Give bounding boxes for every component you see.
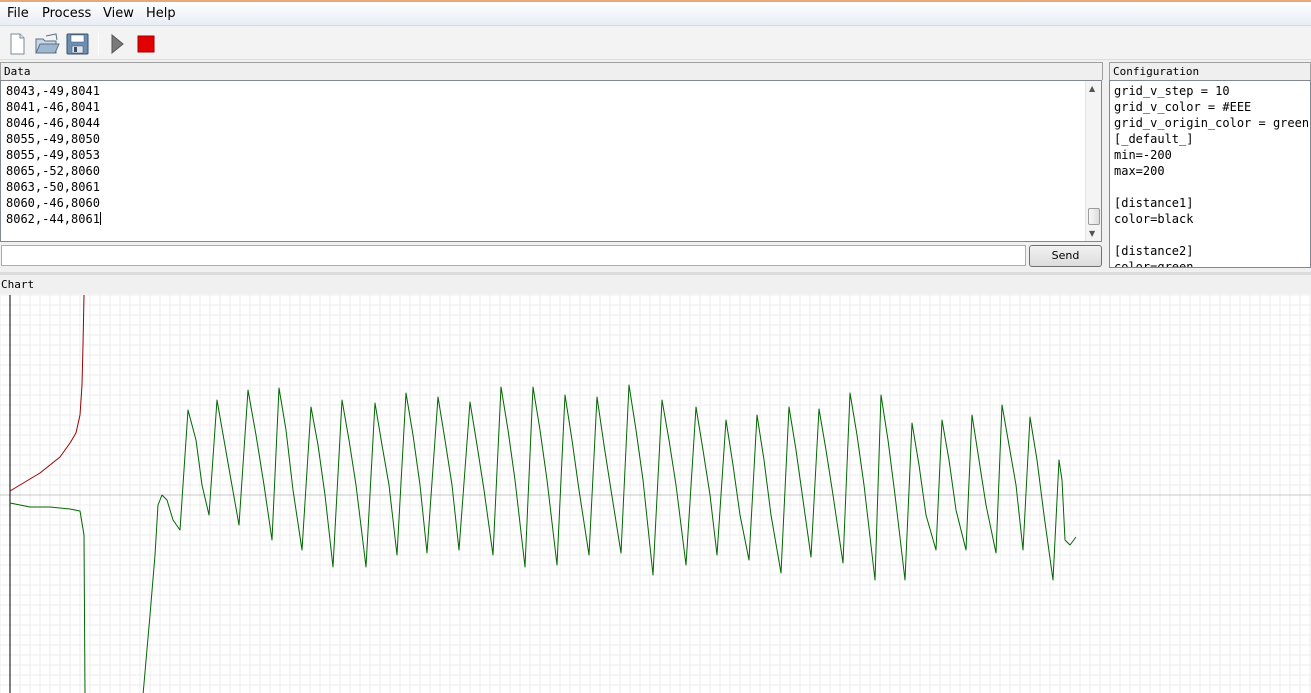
data-line: 8043,-49,8041 xyxy=(6,84,100,98)
data-panel-title: Data xyxy=(0,62,1103,80)
menu-file[interactable]: File xyxy=(7,6,29,21)
config-line xyxy=(1114,179,1309,195)
stop-button[interactable] xyxy=(134,31,160,57)
toolbar-separator xyxy=(98,33,99,55)
config-line: max=200 xyxy=(1114,164,1165,178)
data-line: 8046,-46,8044 xyxy=(6,116,100,130)
toolbar xyxy=(0,27,1311,60)
splitter[interactable] xyxy=(0,272,1311,275)
data-line: 8062,-44,8061 xyxy=(6,212,101,226)
menu-view[interactable]: View xyxy=(103,6,134,21)
data-line: 8041,-46,8041 xyxy=(6,100,100,114)
config-line: [_default_] xyxy=(1114,132,1194,146)
data-textarea[interactable]: 8043,-49,8041 8041,-46,8041 8046,-46,8044 8… xyxy=(0,80,1102,242)
config-line: grid_v_color = #EEE xyxy=(1114,100,1252,114)
chart-grid xyxy=(0,294,1311,693)
save-button[interactable] xyxy=(65,31,91,57)
data-line: 8055,-49,8050 xyxy=(6,132,100,146)
open-folder-icon xyxy=(35,33,60,54)
menu-bar: File Process View Help xyxy=(0,0,1311,26)
app-window: File Process View Help Data 8043,-49,804… xyxy=(0,0,1311,693)
save-icon xyxy=(66,33,89,55)
config-textarea[interactable]: grid_v_step = 10 grid_v_color = #EEE grid_… xyxy=(1109,80,1311,268)
menu-process[interactable]: Process xyxy=(42,6,91,21)
send-button[interactable]: Send xyxy=(1029,245,1102,267)
data-line: 8063,-50,8061 xyxy=(6,180,100,194)
scroll-up-icon[interactable]: ▲ xyxy=(1089,84,1095,93)
config-line xyxy=(1114,227,1309,243)
config-line: [distance1] xyxy=(1114,196,1194,210)
run-button[interactable] xyxy=(104,31,130,57)
data-lines: 8043,-49,8041 8041,-46,8041 8046,-46,8044 8… xyxy=(6,83,101,227)
scroll-down-icon[interactable]: ▼ xyxy=(1089,229,1095,238)
config-line: grid_v_origin_color = green xyxy=(1114,116,1310,130)
data-line: 8055,-49,8053 xyxy=(6,148,100,162)
config-line: [distance2] xyxy=(1114,244,1194,258)
data-line: 8065,-52,8060 xyxy=(6,164,100,178)
chart-area xyxy=(0,294,1311,693)
data-line: 8060,-46,8060 xyxy=(6,196,100,210)
open-button[interactable] xyxy=(34,31,60,57)
config-line: color=green xyxy=(1114,260,1194,268)
chart-svg xyxy=(0,294,1311,693)
play-icon xyxy=(111,33,124,55)
data-scrollbar[interactable]: ▲ ▼ xyxy=(1085,81,1101,241)
send-input[interactable] xyxy=(1,245,1026,266)
new-file-icon xyxy=(10,33,25,55)
config-panel-title: Configuration xyxy=(1109,62,1311,80)
config-line: color=black xyxy=(1114,212,1194,226)
menu-help[interactable]: Help xyxy=(146,6,176,21)
new-file-button[interactable] xyxy=(4,31,30,57)
series-line-2 xyxy=(9,294,85,492)
stop-icon xyxy=(137,35,155,53)
config-lines: grid_v_step = 10 grid_v_color = #EEE grid_… xyxy=(1114,83,1310,268)
scroll-thumb[interactable] xyxy=(1088,208,1100,225)
chart-panel-title: Chart xyxy=(0,276,1311,294)
text-caret xyxy=(99,212,101,225)
config-line: min=-200 xyxy=(1114,148,1172,162)
config-line: grid_v_step = 10 xyxy=(1114,84,1230,98)
